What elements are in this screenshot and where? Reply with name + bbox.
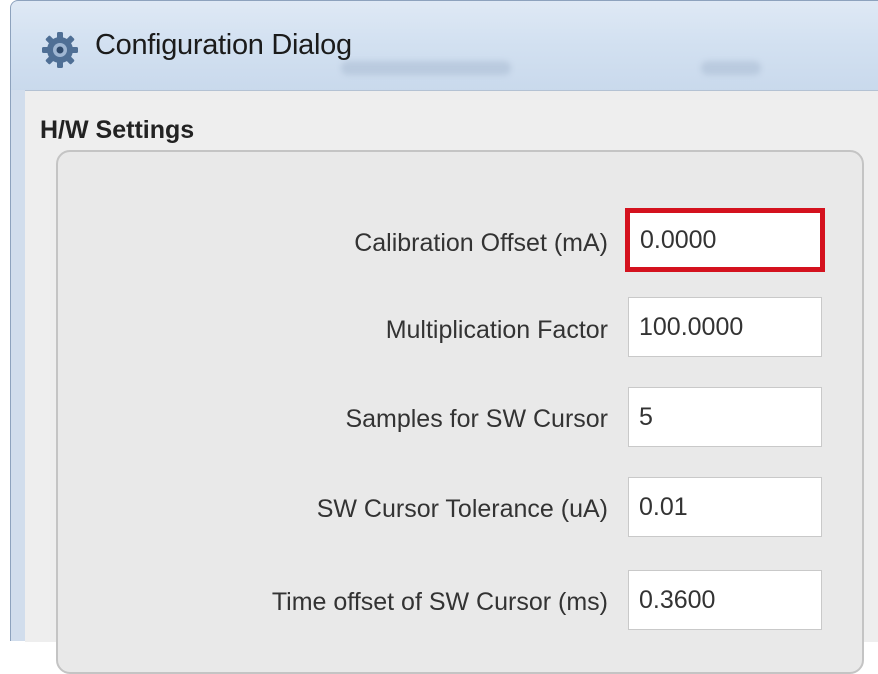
samples-sw-cursor-label: Samples for SW Cursor xyxy=(345,405,608,433)
title-bar-blur xyxy=(701,61,761,75)
sw-cursor-tolerance-label: SW Cursor Tolerance (uA) xyxy=(316,495,608,523)
configuration-dialog: Configuration Dialog H/W Settings Calibr… xyxy=(0,0,878,674)
samples-sw-cursor-input[interactable] xyxy=(628,387,822,447)
gear-icon[interactable] xyxy=(41,31,79,69)
title-bar[interactable]: Configuration Dialog xyxy=(10,0,878,91)
calibration-offset-label: Calibration Offset (mA) xyxy=(354,229,608,257)
sw-cursor-tolerance-input[interactable] xyxy=(628,477,822,537)
group-title: H/W Settings xyxy=(40,116,195,144)
window-frame-left xyxy=(10,90,25,641)
time-offset-sw-cursor-input[interactable] xyxy=(628,570,822,630)
calibration-offset-input[interactable] xyxy=(625,208,825,272)
multiplication-factor-label: Multiplication Factor xyxy=(385,316,608,344)
time-offset-sw-cursor-label: Time offset of SW Cursor (ms) xyxy=(271,588,608,616)
window-title: Configuration Dialog xyxy=(95,29,352,61)
multiplication-factor-input[interactable] xyxy=(628,297,822,357)
title-bar-blur xyxy=(341,61,511,75)
